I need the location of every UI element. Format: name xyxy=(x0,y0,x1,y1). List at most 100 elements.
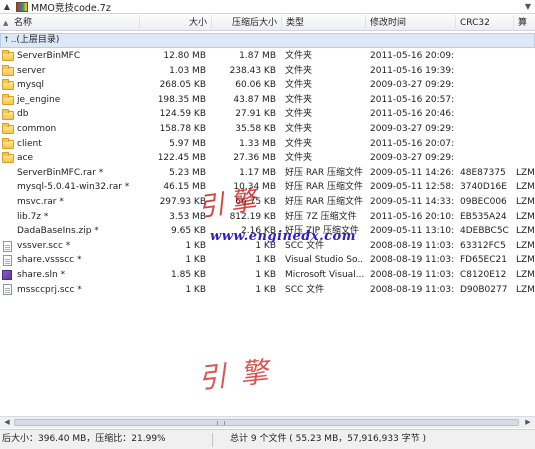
file-method: LZM xyxy=(516,270,535,280)
file-row[interactable]: je_engine 198.35 MB 43.87 MB 文件夹 2011-05-16 … xyxy=(0,93,535,108)
file-name: ServerBinMFC.rar * xyxy=(17,167,104,178)
file-row[interactable]: mysql 268.05 KB 60.06 KB 文件夹 2009-03-27 09:2… xyxy=(0,78,535,93)
file-crc32: 09BEC006 xyxy=(460,197,507,207)
file-size: 1.03 MB xyxy=(169,65,206,76)
file-modified: 2008-08-19 11:03:... xyxy=(370,270,454,280)
file-method: LZM xyxy=(516,182,535,193)
file-method: LZM xyxy=(516,167,535,178)
file-size: 1 KB xyxy=(185,240,206,251)
file-size: 1.85 KB xyxy=(171,270,206,280)
file-method xyxy=(516,49,535,64)
parent-directory-label: ..(上层目录) xyxy=(10,35,60,45)
file-method: LZM xyxy=(516,255,535,266)
up-folder-icon: ↑ xyxy=(3,35,10,44)
file-crc32 xyxy=(459,151,513,166)
file-name-cell: server xyxy=(2,64,140,79)
file-packed-size: 1.33 MB xyxy=(239,138,276,149)
up-arrow-icon[interactable]: ▲ xyxy=(0,0,14,14)
file-row[interactable]: ServerBinMFC 12.80 MB 1.87 MB 文件夹 2011-05-16… xyxy=(0,49,535,64)
file-type: 文件夹 xyxy=(285,153,313,164)
file-name: mssccprj.scc * xyxy=(17,284,82,295)
file-crc32 xyxy=(459,122,513,137)
file-name: share.vssscc * xyxy=(17,255,82,266)
file-type: 文件夹 xyxy=(285,124,313,134)
file-method xyxy=(516,137,535,152)
file-type: 文件夹 xyxy=(285,80,313,91)
file-method xyxy=(516,64,535,79)
file-packed-size: 1.17 MB xyxy=(239,167,276,178)
file-row[interactable]: common 158.78 KB 35.58 KB 文件夹 2009-03-27 09:… xyxy=(0,122,535,137)
archive-icon xyxy=(16,1,28,12)
file-size: 268.05 KB xyxy=(159,80,206,91)
file-size: 3.53 MB xyxy=(169,211,206,222)
column-name[interactable]: ▲ 名称 xyxy=(0,15,140,31)
file-modified: 2009-03-27 09:29:... xyxy=(370,80,454,91)
file-name: ServerBinMFC xyxy=(17,51,81,61)
status-total: 总计 9 个文件 ( 55.23 MB，57,916,933 字节 ) xyxy=(230,434,427,444)
file-row[interactable]: share.vssscc * 1 KB 1 KB Visual Studio So..… xyxy=(0,253,535,268)
file-modified: 2009-05-11 14:33:... xyxy=(370,197,454,207)
chevron-down-icon[interactable]: ▼ xyxy=(521,2,535,11)
scroll-left-icon[interactable]: ◀ xyxy=(1,417,13,428)
status-divider xyxy=(212,433,213,447)
file-size: 297.93 KB xyxy=(159,197,206,207)
file-list: ↑ ..(上层目录) ServerBinMFC 12.80 MB 1.87 MB 文件… xyxy=(0,32,535,415)
file-row[interactable]: vssver.scc * 1 KB 1 KB SCC 文件 2008-08-19 11:… xyxy=(0,239,535,254)
file-name: share.sln * xyxy=(17,270,66,280)
file-type: 文件夹 xyxy=(285,51,313,61)
file-name-cell: client xyxy=(2,137,140,152)
column-crc32[interactable]: CRC32 xyxy=(456,15,514,31)
file-row[interactable]: DadaBaseIns.zip * 9.65 KB 2.16 KB 好压 ZIP 压缩… xyxy=(0,224,535,239)
file-row[interactable]: ServerBinMFC.rar * 5.23 MB 1.17 MB 好压 RAR 压… xyxy=(0,166,535,181)
file-type: Microsoft Visual... xyxy=(285,270,364,280)
file-name: mysql-5.0.41-win32.rar * xyxy=(17,182,130,193)
document-icon xyxy=(3,240,12,252)
file-crc32: 3740D16E xyxy=(460,182,507,193)
file-row[interactable]: client 5.97 MB 1.33 MB 文件夹 2011-05-16 20:07:… xyxy=(0,137,535,152)
column-packed-size[interactable]: 压缩后大小 xyxy=(212,15,282,31)
file-row[interactable]: server 1.03 MB 238.43 KB 文件夹 2011-05-16 19:3… xyxy=(0,64,535,79)
column-modified[interactable]: 修改时间 xyxy=(366,15,456,31)
file-name: je_engine xyxy=(17,94,61,105)
grip-icon xyxy=(217,421,225,425)
file-modified: 2009-03-27 09:29:... xyxy=(370,124,454,134)
column-size[interactable]: 大小 xyxy=(140,15,212,31)
file-packed-size: 27.36 MB xyxy=(233,153,276,164)
document-icon xyxy=(3,255,12,267)
file-crc32: C8120E12 xyxy=(460,270,507,280)
column-method[interactable]: 算 xyxy=(514,15,535,31)
file-packed-size: 1.87 MB xyxy=(239,51,276,61)
file-row[interactable]: msvc.rar * 297.93 KB 66.75 KB 好压 RAR 压缩文件 20… xyxy=(0,195,535,210)
file-size: 124.59 KB xyxy=(159,109,206,120)
file-row[interactable]: mssccprj.scc * 1 KB 1 KB SCC 文件 2008-08-19 1… xyxy=(0,283,535,298)
folder-icon xyxy=(2,123,14,135)
document-icon xyxy=(3,284,12,296)
file-packed-size: 10.34 MB xyxy=(233,182,276,193)
parent-directory-row[interactable]: ↑ ..(上层目录) xyxy=(0,33,535,48)
file-row[interactable]: ace 122.45 MB 27.36 MB 文件夹 2009-03-27 09:29:… xyxy=(0,151,535,166)
file-crc32 xyxy=(459,64,513,79)
column-header: ▲ 名称 大小 压缩后大小 类型 修改时间 CRC32 算 xyxy=(0,15,535,31)
horizontal-scrollbar[interactable]: ◀ ▶ xyxy=(0,416,535,428)
file-name-cell: ServerBinMFC xyxy=(2,49,140,64)
file-name-cell: vssver.scc * xyxy=(2,239,140,254)
file-packed-size: 27.91 KB xyxy=(235,109,276,120)
scrollbar-thumb[interactable] xyxy=(14,419,519,426)
archive-path[interactable]: MMO竞技code.7z xyxy=(31,0,521,14)
scroll-right-icon[interactable]: ▶ xyxy=(522,417,534,428)
file-method: LZM xyxy=(516,284,535,295)
parent-directory-name: ↑ ..(上层目录) xyxy=(3,34,141,47)
file-packed-size: 35.58 KB xyxy=(235,124,276,134)
file-name: common xyxy=(17,124,57,134)
file-size: 158.78 KB xyxy=(159,124,206,134)
file-row[interactable]: db 124.59 KB 27.91 KB 文件夹 2011-05-16 20:46:.… xyxy=(0,107,535,122)
column-type[interactable]: 类型 xyxy=(282,15,366,31)
folder-icon xyxy=(2,108,14,120)
file-row[interactable]: share.sln * 1.85 KB 1 KB Microsoft Visual..… xyxy=(0,268,535,283)
file-crc32: 48E87375 xyxy=(460,167,506,178)
file-name-cell: je_engine xyxy=(2,93,140,108)
file-row[interactable]: mysql-5.0.41-win32.rar * 46.15 MB 10.34 MB… xyxy=(0,180,535,195)
file-row[interactable]: lib.7z * 3.53 MB 812.19 KB 好压 7Z 压缩文件 2011-0… xyxy=(0,210,535,225)
status-bar: 后大小：396.40 MB，压缩比：21.99% 总计 9 个文件 ( 55.2… xyxy=(0,429,535,449)
archive-file-icon xyxy=(2,182,14,193)
